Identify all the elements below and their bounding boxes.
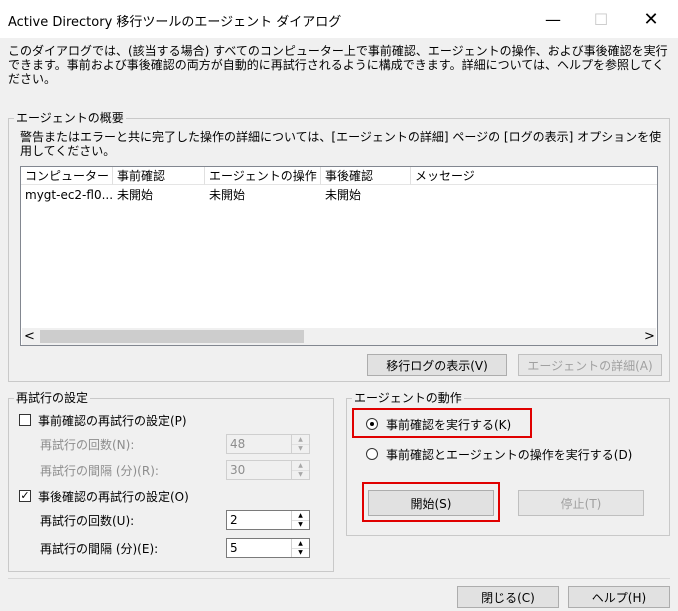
horizontal-scrollbar[interactable]: < > — [22, 328, 656, 345]
precheck-retry-interval-label: 再試行の間隔 (分)(R): — [40, 464, 159, 478]
column-header-precheck[interactable]: 事前確認 — [113, 167, 205, 185]
postcheck-retry-interval-label: 再試行の間隔 (分)(E): — [40, 542, 159, 556]
precheck-retry-count-value: 48 — [230, 437, 246, 451]
cell-precheck[interactable]: 未開始 — [113, 187, 205, 203]
help-button[interactable]: ヘルプ(H) — [568, 586, 670, 608]
agent-action-title: エージェントの動作 — [352, 391, 464, 405]
postcheck-retry-count-stepper[interactable]: 2 ▲ ▼ — [226, 510, 310, 530]
start-button[interactable]: 開始(S) — [368, 490, 494, 516]
view-migration-log-button[interactable]: 移行ログの表示(V) — [367, 354, 507, 376]
spin-down-icon[interactable]: ▼ — [292, 520, 309, 529]
spin-arrows: ▲ ▼ — [291, 461, 309, 479]
postcheck-retry-count-value: 2 — [230, 513, 238, 527]
postcheck-retry-label[interactable]: 事後確認の再試行の設定(O) — [38, 488, 189, 505]
precheck-retry-label[interactable]: 事前確認の再試行の設定(P) — [38, 412, 187, 429]
close-dialog-button[interactable]: 閉じる(C) — [457, 586, 559, 608]
precheck-retry-count-stepper[interactable]: 48 ▲ ▼ — [226, 434, 310, 454]
column-header-message[interactable]: メッセージ — [411, 167, 657, 185]
cell-postcheck[interactable]: 未開始 — [321, 187, 411, 203]
column-header-computer[interactable]: コンピューター — [21, 167, 113, 185]
checkmark-icon: ✓ — [20, 489, 30, 502]
precheck-retry-checkbox[interactable] — [19, 414, 31, 426]
postcheck-retry-checkbox[interactable]: ✓ — [19, 490, 31, 502]
maximize-button[interactable]: ☐ — [578, 4, 624, 34]
spin-arrows: ▲ ▼ — [291, 539, 309, 557]
close-button[interactable]: ✕ — [628, 4, 674, 34]
scroll-right-icon[interactable]: > — [644, 329, 655, 344]
stop-button[interactable]: 停止(T) — [518, 490, 644, 516]
cell-message[interactable] — [411, 187, 657, 203]
spin-down-icon[interactable]: ▼ — [292, 548, 309, 557]
minimize-button[interactable]: — — [530, 4, 576, 34]
retry-settings-title: 再試行の設定 — [14, 391, 91, 405]
scroll-left-icon[interactable]: < — [24, 329, 35, 344]
postcheck-retry-interval-stepper[interactable]: 5 ▲ ▼ — [226, 538, 310, 558]
precheck-radio[interactable] — [366, 418, 378, 430]
agent-summary-description: 警告またはエラーと共に完了した操作の詳細については、[エージェントの詳細] ペー… — [20, 130, 662, 158]
postcheck-retry-interval-value: 5 — [230, 541, 238, 555]
window-title: Active Directory 移行ツールのエージェント ダイアログ — [8, 15, 342, 30]
precheck-retry-interval-stepper[interactable]: 30 ▲ ▼ — [226, 460, 310, 480]
spin-down-icon[interactable]: ▼ — [292, 470, 309, 479]
agent-summary-title: エージェントの概要 — [14, 111, 126, 125]
cell-computer[interactable]: mygt-ec2-fl0... — [21, 187, 113, 203]
column-header-agent-operation[interactable]: エージェントの操作 — [205, 167, 321, 185]
maximize-icon: ☐ — [593, 9, 609, 29]
column-header-postcheck[interactable]: 事後確認 — [321, 167, 411, 185]
scrollbar-thumb[interactable] — [40, 330, 304, 343]
spin-arrows: ▲ ▼ — [291, 511, 309, 529]
title-bar: Active Directory 移行ツールのエージェント ダイアログ — ☐ … — [0, 0, 678, 38]
close-icon: ✕ — [643, 8, 659, 30]
spin-arrows: ▲ ▼ — [291, 435, 309, 453]
cell-agent-operation[interactable]: 未開始 — [205, 187, 321, 203]
minimize-icon: — — [545, 9, 561, 29]
precheck-radio-label[interactable]: 事前確認を実行する(K) — [386, 416, 511, 433]
precheck-retry-count-label: 再試行の回数(N): — [40, 438, 135, 452]
postcheck-retry-count-label: 再試行の回数(U): — [40, 514, 135, 528]
precheck-retry-interval-value: 30 — [230, 463, 246, 477]
spin-down-icon[interactable]: ▼ — [292, 444, 309, 453]
precheck-and-agent-radio[interactable] — [366, 448, 378, 460]
footer-divider — [8, 578, 670, 579]
agent-details-button[interactable]: エージェントの詳細(A) — [518, 354, 662, 376]
intro-text: このダイアログでは、(該当する場合) すべてのコンピューター上で事前確認、エージ… — [8, 44, 668, 86]
agent-list-view[interactable]: コンピューター 事前確認 エージェントの操作 事後確認 メッセージ mygt-e… — [20, 166, 658, 346]
precheck-and-agent-radio-label[interactable]: 事前確認とエージェントの操作を実行する(D) — [386, 446, 632, 463]
radio-selected-dot — [370, 422, 374, 426]
